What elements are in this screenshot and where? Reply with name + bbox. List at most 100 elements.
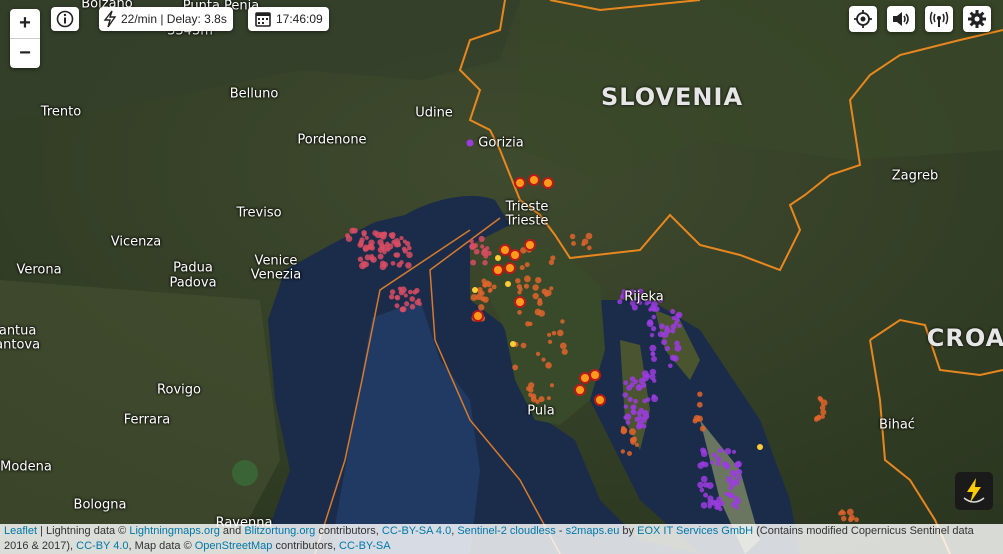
strike-marker	[664, 345, 671, 352]
blitzortung-link[interactable]: Blitzortung.org	[244, 525, 315, 537]
strike-marker	[561, 348, 568, 355]
recent-strike-marker	[492, 264, 504, 276]
satellite-map[interactable]	[0, 0, 1003, 554]
sound-button[interactable]	[887, 6, 915, 32]
strike-marker	[545, 361, 552, 369]
strike-marker	[524, 262, 530, 268]
strike-marker	[406, 251, 413, 259]
strike-marker	[637, 384, 642, 389]
strike-marker	[409, 296, 416, 302]
strike-marker	[381, 231, 387, 237]
place-label: Udine	[415, 105, 453, 121]
strike-marker	[670, 308, 676, 315]
strike-marker	[377, 246, 384, 253]
recent-strike-marker	[524, 239, 536, 251]
strike-marker	[661, 339, 668, 346]
strike-marker	[528, 387, 534, 393]
strike-marker	[854, 517, 859, 523]
place-label: Venezia	[250, 267, 302, 283]
strike-marker	[409, 304, 416, 310]
strike-marker	[534, 308, 542, 316]
place-label: Venice	[254, 253, 298, 269]
strike-marker	[627, 396, 633, 402]
strike-marker	[473, 248, 480, 255]
strike-marker	[520, 342, 527, 349]
info-button[interactable]	[51, 7, 79, 31]
strike-marker	[840, 515, 847, 522]
strike-marker	[482, 282, 488, 288]
strike-marker	[629, 437, 636, 443]
attrib-text-5: -	[555, 525, 566, 537]
live-signal-button[interactable]	[925, 6, 953, 32]
green-lake	[232, 460, 258, 486]
recent-strike-marker	[514, 296, 526, 308]
new-strike-marker	[505, 281, 511, 287]
strike-marker	[722, 461, 729, 468]
strike-marker	[399, 306, 406, 313]
s2maps-link[interactable]: s2maps.eu	[566, 525, 620, 537]
strike-marker	[491, 284, 497, 290]
place-label: Padova	[169, 275, 217, 291]
strike-marker	[519, 265, 525, 271]
strike-marker	[482, 260, 488, 266]
strike-marker	[549, 383, 555, 388]
strike-marker	[649, 332, 655, 338]
gear-icon	[968, 10, 986, 28]
zoom-out-button[interactable]: −	[10, 38, 40, 68]
place-label: Mantua	[0, 323, 37, 339]
cc-by-4-link[interactable]: CC-BY 4.0	[76, 540, 128, 552]
strike-marker	[697, 391, 703, 397]
strike-marker	[641, 370, 649, 377]
osm-link[interactable]: OpenStreetMap	[195, 540, 273, 552]
strike-marker	[408, 289, 413, 295]
lightning-mode-button[interactable]	[955, 472, 993, 510]
recent-strike-marker	[472, 310, 484, 322]
strike-marker	[525, 321, 531, 327]
strike-marker	[697, 481, 704, 489]
calendar-icon	[255, 12, 271, 27]
strike-marker	[393, 252, 399, 258]
strike-marker	[512, 364, 519, 371]
strike-marker	[469, 242, 477, 250]
speaker-icon	[893, 12, 909, 26]
strike-marker	[368, 239, 375, 246]
place-label: Trento	[40, 104, 82, 120]
strike-marker	[731, 501, 738, 508]
lightningmaps-link[interactable]: Lightningmaps.org	[129, 525, 220, 537]
settings-button[interactable]	[963, 6, 991, 32]
strike-marker	[703, 492, 709, 498]
zoom-in-button[interactable]: +	[10, 9, 40, 38]
strike-marker	[571, 241, 576, 246]
strike-marker	[414, 287, 420, 294]
strike-marker	[560, 319, 565, 324]
locate-button[interactable]	[849, 6, 877, 32]
strike-marker	[478, 304, 485, 311]
sentinel-link[interactable]: Sentinel-2 cloudless	[457, 525, 555, 537]
strike-marker	[523, 275, 531, 283]
strike-marker	[387, 243, 394, 250]
attrib-text-1: | Lightning data ©	[37, 525, 130, 537]
strike-marker	[541, 288, 548, 295]
strike-marker	[675, 317, 680, 323]
new-strike-marker	[757, 444, 763, 450]
strike-marker	[700, 501, 708, 509]
attrib-text-8: , Map data ©	[128, 540, 195, 552]
strike-marker	[528, 392, 533, 397]
leaflet-link[interactable]: Leaflet	[4, 525, 37, 537]
cc-by-sa-link[interactable]: CC-BY-SA	[339, 540, 391, 552]
strike-marker	[394, 303, 400, 309]
cc-by-sa-4-link[interactable]: CC-BY-SA 4.0	[382, 525, 451, 537]
time-text: 17:46:09	[276, 12, 323, 26]
strike-marker	[642, 409, 649, 417]
strike-marker	[515, 278, 521, 284]
eox-link[interactable]: EOX IT Services GmbH	[637, 525, 753, 537]
recent-strike-marker	[509, 249, 521, 261]
place-label: Gorizia	[478, 135, 524, 151]
place-label: Belluno	[229, 86, 279, 102]
place-label: Pordenone	[297, 132, 367, 148]
strike-marker	[648, 307, 653, 312]
strike-marker	[707, 499, 714, 506]
strike-marker	[646, 320, 654, 328]
strike-marker	[587, 245, 592, 251]
strike-marker	[628, 428, 636, 436]
